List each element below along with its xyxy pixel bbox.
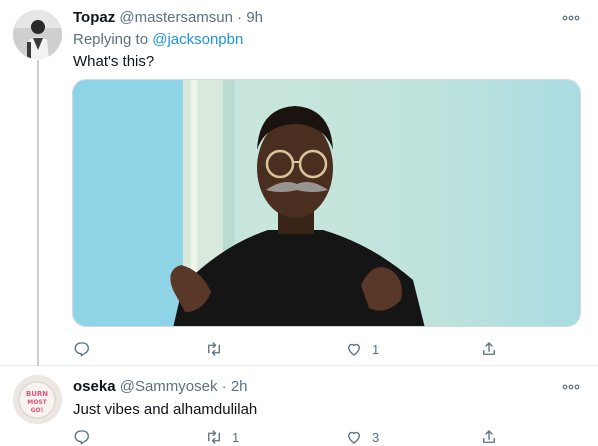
retweet-button[interactable]: 1	[205, 427, 239, 446]
avatar[interactable]	[13, 10, 62, 59]
reply-button[interactable]	[73, 427, 100, 446]
timestamp[interactable]: 2h	[231, 378, 248, 395]
reply-icon	[74, 430, 89, 445]
more-options-button[interactable]	[561, 378, 581, 396]
retweet-button[interactable]	[205, 339, 232, 359]
tweet-topaz[interactable]: Topaz @mastersamsun · 9h Replying to @ja…	[0, 0, 598, 366]
tweet-header: oseka @Sammyosek · 2h	[73, 378, 248, 396]
separator-dot: ·	[237, 9, 243, 26]
replying-to-line: Replying to @jacksonpbn	[73, 31, 243, 49]
svg-text:MOST: MOST	[27, 399, 47, 406]
retweet-icon	[208, 342, 220, 356]
share-button[interactable]	[480, 427, 498, 446]
tweet-media[interactable]	[72, 79, 581, 327]
thread-connector-line	[37, 60, 39, 366]
reply-icon	[74, 342, 89, 357]
user-handle[interactable]: @mastersamsun	[119, 9, 233, 26]
separator-dot: ·	[221, 378, 227, 395]
like-count: 3	[372, 429, 380, 445]
replying-to-label: Replying to	[73, 31, 149, 48]
like-button[interactable]: 1	[345, 339, 379, 359]
avatar-image: BURN MOST GO!	[13, 375, 62, 424]
timestamp[interactable]: 9h	[246, 9, 263, 26]
like-icon	[348, 343, 360, 356]
user-handle[interactable]: @Sammyosek	[120, 378, 218, 395]
avatar-image	[13, 10, 62, 59]
tweet-actions: 1 3	[72, 427, 512, 446]
display-name[interactable]: Topaz	[73, 9, 115, 26]
display-name[interactable]: oseka	[73, 378, 116, 395]
retweet-count: 1	[232, 429, 240, 445]
reply-button[interactable]	[73, 339, 100, 359]
more-options-button[interactable]	[561, 9, 581, 27]
tweet-text: What's this?	[73, 53, 155, 70]
replying-to-mention[interactable]: @jacksonpbn	[152, 31, 243, 48]
more-icon	[562, 384, 580, 390]
share-button[interactable]	[480, 339, 498, 359]
svg-text:GO!: GO!	[31, 407, 44, 414]
tweet-actions: 1	[72, 339, 512, 359]
share-icon	[483, 430, 495, 443]
like-count: 1	[372, 341, 380, 357]
media-image	[73, 80, 580, 326]
share-icon	[483, 342, 495, 355]
tweet-header: Topaz @mastersamsun · 9h	[73, 9, 263, 27]
retweet-icon	[208, 430, 220, 444]
like-icon	[348, 431, 360, 444]
avatar[interactable]: BURN MOST GO!	[13, 375, 62, 424]
avatar-text: BURN	[26, 390, 48, 398]
like-button[interactable]: 3	[345, 427, 379, 446]
more-icon	[562, 15, 580, 21]
tweet-text: Just vibes and alhamdulilah	[73, 401, 258, 418]
